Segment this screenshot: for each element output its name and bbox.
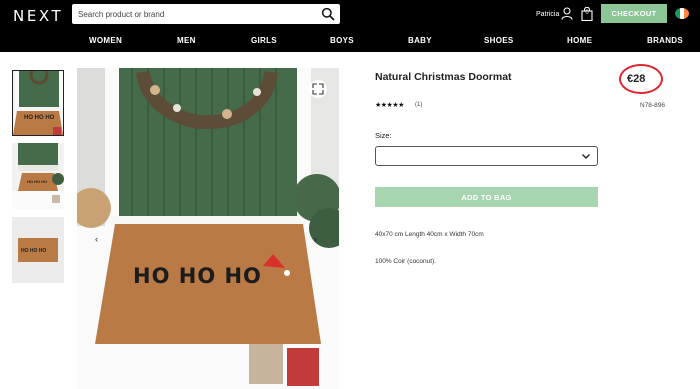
nav-item-girls[interactable]: GIRLS: [251, 36, 277, 45]
user-icon[interactable]: [561, 7, 573, 20]
doormat-photo: [77, 68, 339, 389]
size-label: Size:: [375, 131, 392, 140]
product-code: N78-896: [640, 102, 665, 109]
ireland-flag-icon[interactable]: [675, 8, 689, 19]
thumbnail-1[interactable]: HO HO HO: [12, 70, 64, 136]
thumbnail-2-mat-text: HO HO HO: [27, 179, 48, 184]
nav-item-baby[interactable]: BABY: [408, 36, 432, 45]
nav-item-men[interactable]: MEN: [177, 36, 196, 45]
expand-image-button[interactable]: [309, 80, 327, 98]
thumbnail-1-mat-text: HO HO HO: [24, 115, 55, 121]
add-to-bag-button[interactable]: ADD TO BAG: [375, 187, 598, 207]
next-image-arrow-icon[interactable]: ›: [314, 234, 317, 244]
doormat-text: HO HO HO: [133, 264, 262, 288]
thumbnail-1-image: [13, 71, 63, 135]
search-input[interactable]: [78, 6, 318, 22]
size-dropdown[interactable]: [375, 146, 598, 166]
price-highlight-circle: [619, 64, 663, 94]
prev-image-arrow-icon[interactable]: ‹: [95, 234, 98, 244]
nav-item-home[interactable]: HOME: [567, 36, 592, 45]
bag-count: 0: [585, 10, 589, 16]
nav-item-brands[interactable]: BRANDS: [647, 36, 683, 45]
site-header: NEXT Patricia 0 CHECKOUT WOMEN MEN GIRLS…: [0, 0, 700, 52]
chevron-down-icon: [582, 154, 590, 159]
product-material: 100% Coir (coconut).: [375, 258, 437, 265]
expand-icon: [312, 83, 324, 95]
search-icon[interactable]: [321, 7, 335, 21]
thumbnail-3-mat-text: HO HO HO: [21, 248, 47, 254]
thumbnail-2-image: [12, 143, 64, 209]
thumbnail-3[interactable]: HO HO HO: [12, 217, 64, 283]
nav-item-boys[interactable]: BOYS: [330, 36, 354, 45]
nav-item-shoes[interactable]: SHOES: [484, 36, 514, 45]
next-logo[interactable]: NEXT: [13, 7, 63, 25]
product-dimensions: 40x70 cm Length 40cm x Width 70cm: [375, 231, 484, 238]
review-count[interactable]: (1): [415, 102, 422, 108]
product-title: Natural Christmas Doormat: [375, 71, 512, 83]
nav-item-women[interactable]: WOMEN: [89, 36, 122, 45]
rating-stars[interactable]: ★★★★★: [375, 101, 404, 109]
product-main-image[interactable]: HO HO HO ‹ ›: [77, 68, 339, 389]
thumbnail-2[interactable]: HO HO HO: [12, 143, 64, 209]
search-bar[interactable]: [72, 4, 340, 24]
checkout-button[interactable]: CHECKOUT: [601, 4, 667, 23]
main-nav: WOMEN MEN GIRLS BOYS BABY SHOES HOME BRA…: [0, 32, 700, 50]
account-name[interactable]: Patricia: [536, 11, 559, 18]
